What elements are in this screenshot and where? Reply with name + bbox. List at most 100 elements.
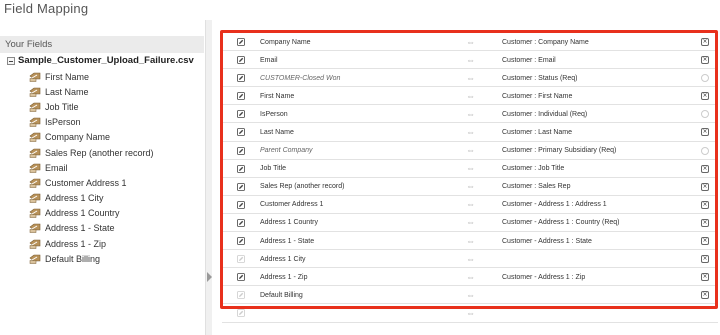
file-name: Sample_Customer_Upload_Failure.csv	[18, 55, 194, 66]
mapping-row: Customer Address 1 ⇔ Customer - Address 1 …	[222, 196, 718, 214]
source-field: Email	[260, 56, 278, 64]
field-item[interactable]: Address 1 - Zip	[29, 236, 154, 251]
field-icon	[29, 178, 41, 188]
delete-icon[interactable]	[701, 110, 709, 119]
source-field: Address 1 City	[260, 255, 306, 263]
delete-icon[interactable]: ×	[701, 218, 709, 227]
panel-splitter[interactable]	[205, 20, 212, 335]
target-field: Customer - Address 1 : Country (Req)	[502, 219, 620, 227]
delete-icon[interactable]	[701, 146, 709, 155]
target-field: Customer - Address 1 : Zip	[502, 273, 586, 281]
source-field: Address 1 - State	[260, 237, 315, 245]
delete-icon[interactable]: ×	[701, 38, 709, 46]
field-item[interactable]: Customer Address 1	[29, 175, 154, 190]
delete-icon[interactable]: ×	[701, 92, 709, 101]
mapping-row: IsPerson ⇔ Customer : Individual (Req)	[222, 105, 718, 124]
field-item[interactable]: IsPerson	[29, 115, 154, 130]
mapping-row: Default Billing ⇔ ×	[222, 286, 718, 305]
expand-arrow-icon[interactable]	[207, 272, 212, 282]
mapping-row: Sales Rep (another record) ⇔ Customer : Sa…	[222, 178, 718, 196]
edit-icon[interactable]	[237, 219, 245, 227]
field-item[interactable]: Address 1 - State	[29, 221, 154, 236]
mapping-row: Address 1 - State ⇔ Customer - Address 1 :…	[222, 232, 718, 251]
double-arrow-icon: ⇔	[466, 235, 475, 246]
double-arrow-icon: ⇔	[466, 199, 475, 210]
field-item[interactable]: Company Name	[29, 130, 154, 145]
delete-icon[interactable]: ×	[701, 182, 709, 191]
edit-icon[interactable]	[237, 273, 245, 282]
edit-icon[interactable]	[237, 110, 245, 119]
source-field: Parent Company	[260, 147, 313, 155]
target-field: Customer : Email	[502, 56, 556, 64]
mapping-row: Email ⇔ Customer : Email ×	[222, 51, 718, 70]
target-field: Customer - Address 1 : State	[502, 237, 592, 245]
field-item[interactable]: Address 1 City	[29, 191, 154, 206]
mapping-row: Company Name ⇔ Customer : Company Name ×	[222, 33, 718, 52]
field-label: Sales Rep (another record)	[45, 147, 154, 158]
field-icon	[29, 117, 41, 127]
target-field: Customer : Status (Req)	[502, 74, 578, 82]
edit-icon[interactable]	[237, 182, 245, 191]
field-icon	[29, 148, 41, 158]
field-label: Company Name	[45, 132, 111, 143]
edit-icon[interactable]	[237, 128, 245, 137]
edit-icon[interactable]	[237, 38, 245, 46]
field-icon	[29, 239, 41, 249]
field-icon	[29, 72, 41, 82]
delete-icon[interactable]	[701, 74, 709, 83]
page-title: Field Mapping	[4, 1, 89, 16]
field-label: Address 1 - Zip	[45, 238, 107, 249]
source-field: Address 1 Country	[260, 219, 318, 227]
mapping-row: Last Name ⇔ Customer : Last Name ×	[222, 123, 718, 142]
field-item[interactable]: Last Name	[29, 84, 154, 99]
field-item[interactable]: Address 1 Country	[29, 206, 154, 221]
field-icon	[29, 87, 41, 97]
edit-icon[interactable]	[237, 309, 245, 318]
double-arrow-icon: ⇔	[466, 163, 475, 174]
field-label: Last Name	[45, 86, 89, 97]
field-label: Email	[45, 162, 68, 173]
delete-icon[interactable]: ×	[701, 273, 709, 282]
file-tree-root[interactable]: Sample_Customer_Upload_Failure.csv	[7, 55, 194, 66]
edit-icon[interactable]	[237, 56, 245, 64]
mapping-row: Address 1 Country ⇔ Customer - Address 1 :…	[222, 214, 718, 233]
field-label: Address 1 - State	[45, 223, 115, 234]
delete-icon[interactable]: ×	[701, 200, 709, 209]
edit-icon[interactable]	[237, 291, 245, 300]
delete-icon[interactable]: ×	[701, 164, 709, 173]
edit-icon[interactable]	[237, 92, 245, 101]
source-field: CUSTOMER-Closed Won	[260, 74, 341, 82]
target-field: Customer : First Name	[502, 92, 573, 100]
source-field: Customer Address 1	[260, 201, 324, 209]
field-item[interactable]: Default Billing	[29, 251, 154, 266]
delete-icon[interactable]: ×	[701, 255, 709, 264]
source-field: First Name	[260, 92, 295, 100]
mapping-row: Job Title ⇔ Customer : Job Title ×	[222, 160, 718, 178]
edit-icon[interactable]	[237, 146, 245, 155]
edit-icon[interactable]	[237, 74, 245, 83]
target-field: Customer : Last Name	[502, 128, 573, 136]
field-item[interactable]: Sales Rep (another record)	[29, 145, 154, 160]
double-arrow-icon: ⇔	[466, 253, 475, 264]
field-item[interactable]: Job Title	[29, 99, 154, 114]
field-icon	[29, 224, 41, 234]
delete-icon[interactable]: ×	[701, 128, 709, 137]
delete-icon[interactable]: ×	[701, 291, 709, 300]
target-field: Customer : Job Title	[502, 165, 565, 173]
edit-icon[interactable]	[237, 237, 245, 245]
field-item[interactable]: Email	[29, 160, 154, 175]
field-icon	[29, 254, 41, 264]
delete-icon[interactable]: ×	[701, 237, 709, 246]
target-field: Customer : Sales Rep	[502, 183, 571, 191]
field-label: IsPerson	[45, 117, 81, 128]
double-arrow-icon: ⇔	[466, 126, 475, 137]
double-arrow-icon: ⇔	[466, 145, 475, 156]
delete-icon[interactable]: ×	[701, 56, 709, 65]
field-item[interactable]: First Name	[29, 69, 154, 84]
source-field: Default Billing	[260, 291, 303, 299]
edit-icon[interactable]	[237, 255, 245, 264]
edit-icon[interactable]	[237, 200, 245, 209]
collapse-icon[interactable]	[7, 56, 15, 65]
double-arrow-icon: ⇔	[466, 289, 475, 300]
edit-icon[interactable]	[237, 164, 245, 173]
